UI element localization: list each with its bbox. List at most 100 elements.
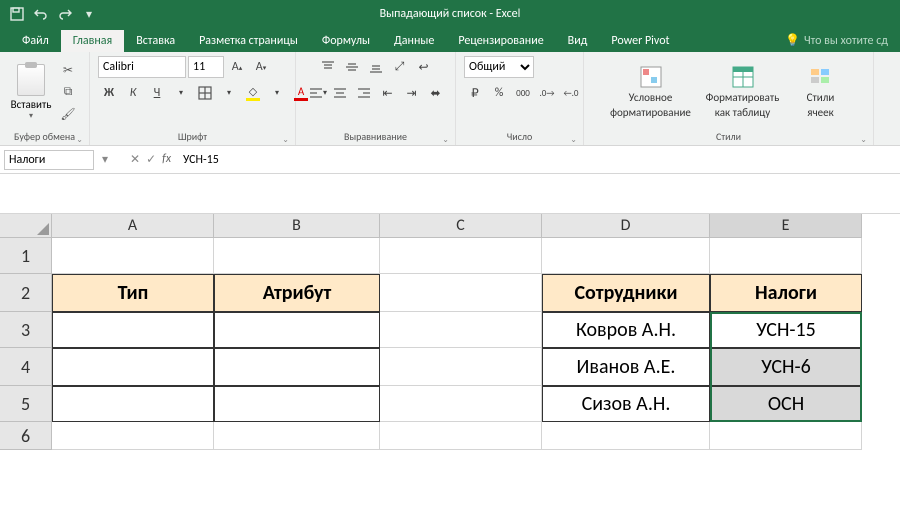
increase-indent-icon[interactable]: ⇥ [401, 82, 423, 104]
increase-decimal-icon[interactable]: .0→ [536, 82, 558, 104]
format-as-table-button[interactable]: Форматировать как таблицу [701, 65, 785, 119]
borders-dropdown-icon[interactable]: ▾ [218, 82, 240, 104]
cell-D6[interactable] [542, 422, 710, 450]
decrease-indent-icon[interactable]: ⇤ [377, 82, 399, 104]
cell-E2[interactable]: Налоги [710, 274, 862, 312]
cell-C2[interactable] [380, 274, 542, 312]
format-painter-icon[interactable]: 🖌 [58, 104, 78, 124]
tab-formulas[interactable]: Формулы [310, 30, 382, 52]
cell-B6[interactable] [214, 422, 380, 450]
paste-button[interactable]: Вставить ▾ [8, 64, 54, 121]
fill-color-button[interactable]: ◇ [242, 82, 264, 104]
increase-font-icon[interactable]: A▴ [226, 56, 248, 78]
percent-format-icon[interactable]: % [488, 82, 510, 104]
cell-D1[interactable] [542, 238, 710, 274]
column-header-E[interactable]: E [710, 214, 862, 238]
column-header-B[interactable]: B [214, 214, 380, 238]
name-box[interactable] [4, 150, 94, 170]
cell-C5[interactable] [380, 386, 542, 422]
cell-D2[interactable]: Сотрудники [542, 274, 710, 312]
tab-insert[interactable]: Вставка [124, 30, 187, 52]
tab-file[interactable]: Файл [10, 30, 61, 52]
cell-C6[interactable] [380, 422, 542, 450]
row-header-2[interactable]: 2 [0, 274, 52, 312]
fill-dropdown-icon[interactable]: ▾ [266, 82, 288, 104]
cell-B1[interactable] [214, 238, 380, 274]
cell-E6[interactable] [710, 422, 862, 450]
row-header-3[interactable]: 3 [0, 312, 52, 348]
font-size-combo[interactable] [188, 56, 224, 78]
cell-D3[interactable]: Ковров А.Н. [542, 312, 710, 348]
cell-C4[interactable] [380, 348, 542, 386]
cell-C1[interactable] [380, 238, 542, 274]
save-icon[interactable] [8, 5, 26, 23]
cell-E4[interactable]: УСН-6 [710, 348, 862, 386]
cell-A3[interactable] [52, 312, 214, 348]
row-header-6[interactable]: 6 [0, 422, 52, 450]
font-name-combo[interactable] [98, 56, 186, 78]
underline-button[interactable]: Ч [146, 82, 168, 104]
align-left-icon[interactable] [305, 82, 327, 104]
accounting-format-icon[interactable]: ₽ [464, 82, 486, 104]
cell-B5[interactable] [214, 386, 380, 422]
cell-A5[interactable] [52, 386, 214, 422]
cell-A2[interactable]: Тип [52, 274, 214, 312]
orientation-icon[interactable]: ⤢ [389, 56, 411, 78]
cancel-icon[interactable]: ✕ [130, 152, 140, 167]
tab-page-layout[interactable]: Разметка страницы [187, 30, 310, 52]
comma-format-icon[interactable]: 000 [512, 82, 534, 104]
decrease-font-icon[interactable]: A▾ [250, 56, 272, 78]
underline-dropdown-icon[interactable]: ▾ [170, 82, 192, 104]
decrease-decimal-icon[interactable]: ←.0 [560, 82, 582, 104]
column-headers: ABCDE [52, 214, 862, 238]
align-middle-icon[interactable] [341, 56, 363, 78]
tab-review[interactable]: Рецензирование [446, 30, 555, 52]
align-right-icon[interactable] [353, 82, 375, 104]
name-box-dropdown-icon[interactable]: ▾ [102, 152, 108, 167]
cell-A6[interactable] [52, 422, 214, 450]
cell-B3[interactable] [214, 312, 380, 348]
align-top-icon[interactable] [317, 56, 339, 78]
cell-C3[interactable] [380, 312, 542, 348]
row-header-5[interactable]: 5 [0, 386, 52, 422]
tab-power-pivot[interactable]: Power Pivot [599, 30, 681, 52]
copy-icon[interactable]: ⧉ [58, 82, 78, 102]
bold-button[interactable]: Ж [98, 82, 120, 104]
cell-A1[interactable] [52, 238, 214, 274]
borders-button[interactable] [194, 82, 216, 104]
column-header-C[interactable]: C [380, 214, 542, 238]
formula-input[interactable] [179, 153, 896, 167]
cut-icon[interactable]: ✂ [58, 60, 78, 80]
cell-grid[interactable]: ТипАтрибут СотрудникиНалогиКовров А.Н.УСН… [52, 238, 862, 450]
wrap-text-icon[interactable]: ↩ [413, 56, 435, 78]
cell-B2[interactable]: Атрибут [214, 274, 380, 312]
italic-button[interactable]: К [122, 82, 144, 104]
cell-E5[interactable]: ОСН [710, 386, 862, 422]
qat-dropdown-icon[interactable]: ▾ [80, 5, 98, 23]
row-header-4[interactable]: 4 [0, 348, 52, 386]
redo-icon[interactable] [56, 5, 74, 23]
column-header-D[interactable]: D [542, 214, 710, 238]
cell-E3[interactable]: УСН-15 [710, 312, 862, 348]
cell-D5[interactable]: Сизов А.Н. [542, 386, 710, 422]
tab-view[interactable]: Вид [556, 30, 600, 52]
align-center-icon[interactable] [329, 82, 351, 104]
merge-center-icon[interactable]: ⬌ [425, 82, 447, 104]
select-all-corner[interactable] [0, 214, 52, 238]
cell-A4[interactable] [52, 348, 214, 386]
tab-data[interactable]: Данные [382, 30, 446, 52]
cell-B4[interactable] [214, 348, 380, 386]
tell-me-search[interactable]: 💡 Что вы хотите сд [773, 29, 900, 52]
column-header-A[interactable]: A [52, 214, 214, 238]
fx-icon[interactable]: fx [162, 152, 171, 167]
undo-icon[interactable] [32, 5, 50, 23]
enter-icon[interactable]: ✓ [146, 152, 156, 167]
row-header-1[interactable]: 1 [0, 238, 52, 274]
align-bottom-icon[interactable] [365, 56, 387, 78]
cell-styles-button[interactable]: Стили ячеек [793, 65, 849, 119]
conditional-format-button[interactable]: Условное форматирование [609, 65, 693, 119]
number-format-combo[interactable]: Общий [464, 56, 534, 78]
cell-D4[interactable]: Иванов А.Е. [542, 348, 710, 386]
tab-home[interactable]: Главная [61, 30, 124, 52]
cell-E1[interactable] [710, 238, 862, 274]
